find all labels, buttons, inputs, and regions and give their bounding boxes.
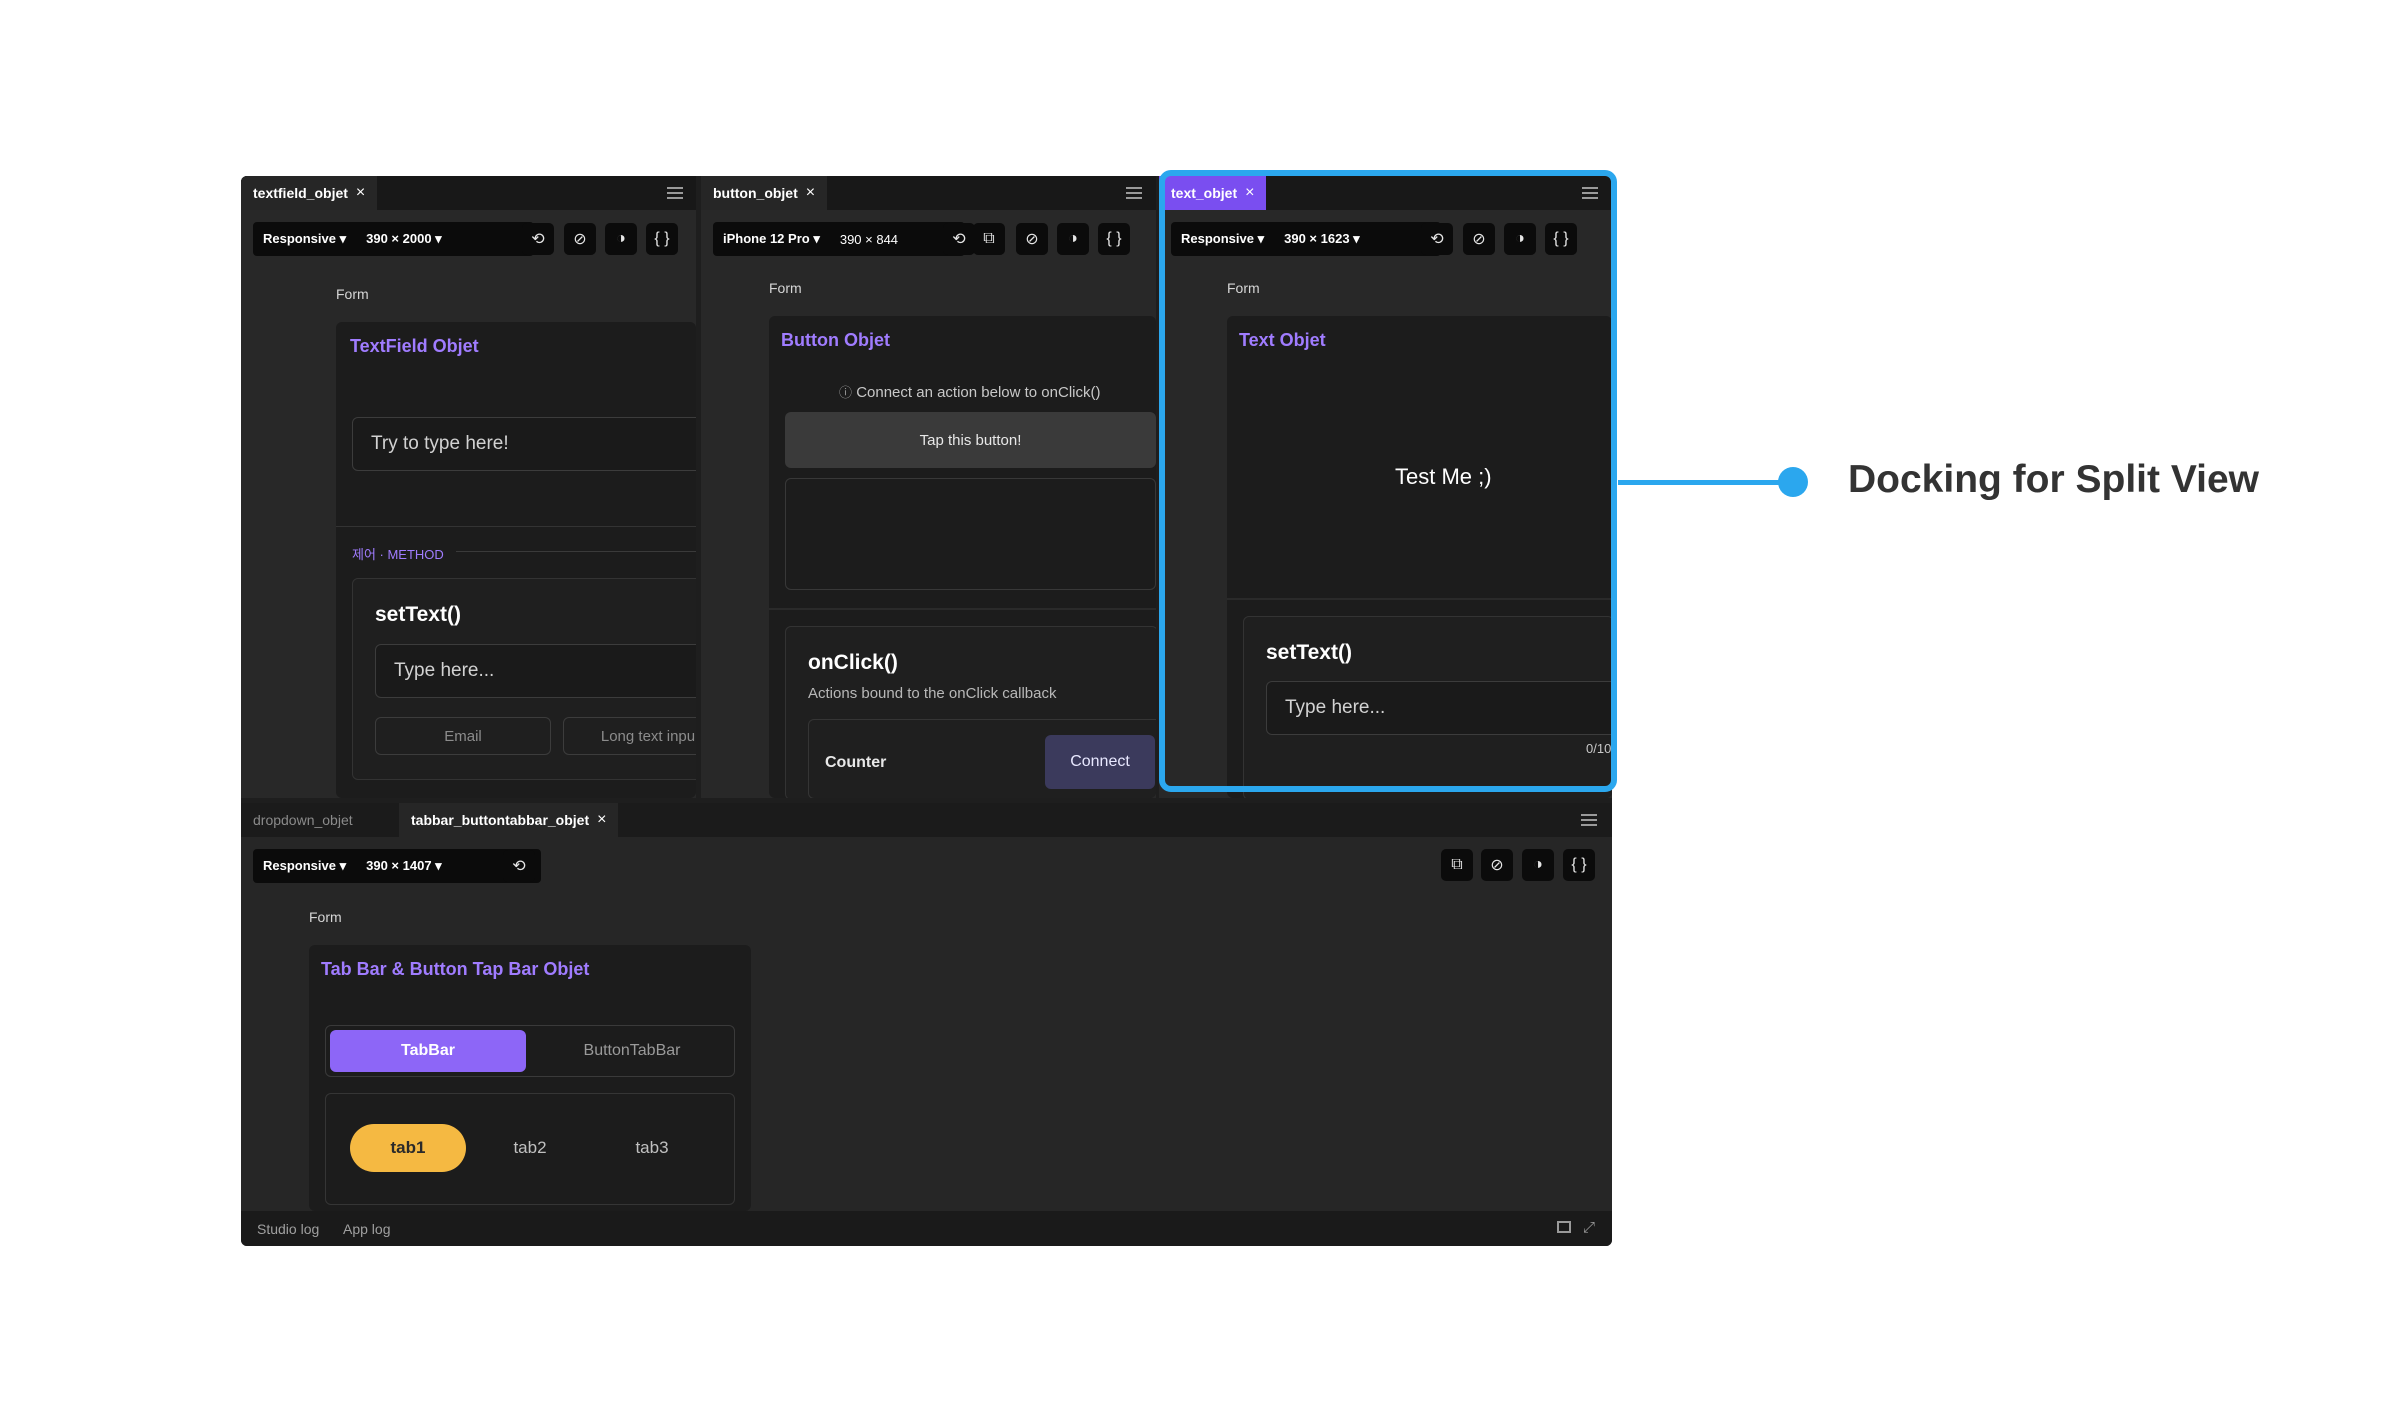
tab-textfield-objet[interactable]: textfield_objet × xyxy=(241,176,378,210)
device-select[interactable]: Responsive ▾ xyxy=(263,231,346,247)
close-icon[interactable]: × xyxy=(356,184,365,202)
method-card: setText() Type here... Email Long text i… xyxy=(352,578,696,780)
rotate-icon[interactable]: ⟲ xyxy=(503,850,535,882)
method-title: setText() xyxy=(375,603,461,626)
tab-label: tabbar_buttontabbar_objet xyxy=(411,812,590,828)
code-braces-icon[interactable]: { } xyxy=(1563,849,1595,881)
method-card: onClick() Actions bound to the onClick c… xyxy=(785,626,1156,798)
callout-line xyxy=(1618,480,1794,485)
card-title: Button Objet xyxy=(781,330,890,350)
expand-icon[interactable]: ⤢ xyxy=(1583,1219,1595,1236)
app-log-tab[interactable]: App log xyxy=(343,1221,390,1237)
device-select[interactable]: iPhone 12 Pro ▾ xyxy=(723,231,820,247)
tap-button[interactable]: Tap this button! xyxy=(785,412,1156,468)
pill-tab1[interactable]: tab1 xyxy=(350,1124,466,1172)
method-title: onClick() xyxy=(808,651,898,674)
divider xyxy=(456,551,696,552)
textfield-pane: textfield_objet × Responsive ▾ 390 × 200… xyxy=(241,176,696,798)
size-select[interactable]: 390 × 2000 ▾ xyxy=(366,231,442,247)
visibility-off-icon[interactable]: ⊘ xyxy=(1016,223,1048,255)
pill-container: tab1 tab2 tab3 xyxy=(325,1093,735,1205)
pill-tab3[interactable]: tab3 xyxy=(594,1124,710,1172)
chip-email[interactable]: Email xyxy=(375,717,551,755)
form-label: Form xyxy=(336,286,369,302)
device-select[interactable]: Responsive ▾ xyxy=(263,858,346,874)
code-braces-icon[interactable]: { } xyxy=(646,223,678,255)
menu-icon[interactable] xyxy=(667,187,683,199)
output-area xyxy=(785,478,1156,590)
visibility-off-icon[interactable]: ⊘ xyxy=(1481,849,1513,881)
unlink-icon[interactable]: ⧉ xyxy=(973,223,1005,255)
bottom-pane: dropdown_objet tabbar_buttontabbar_objet… xyxy=(241,803,1612,1211)
card-title: Tab Bar & Button Tap Bar Objet xyxy=(321,959,590,979)
rotate-icon[interactable]: ⟲ xyxy=(522,223,554,255)
size-label: 390 × 844 xyxy=(839,231,899,247)
button-card: Button Objet ⓘ Connect an action below t… xyxy=(769,316,1156,798)
tab-dropdown-objet[interactable]: dropdown_objet xyxy=(241,803,365,837)
menu-icon[interactable] xyxy=(1581,814,1597,826)
method-desc: Actions bound to the onClick callback xyxy=(808,685,1057,702)
form-label: Form xyxy=(309,909,342,925)
visibility-off-icon[interactable]: ⊘ xyxy=(564,223,596,255)
section-label: 제어 · METHOD xyxy=(352,547,444,562)
textfield-card: TextField Objet Try to type here! 제어 · M… xyxy=(336,322,696,798)
row-label: Counter xyxy=(825,754,887,771)
tab-label: textfield_objet xyxy=(253,185,348,201)
tab-label: dropdown_objet xyxy=(253,812,353,828)
segment-control: TabBar ButtonTabBar xyxy=(325,1025,735,1077)
segment-buttontabbar[interactable]: ButtonTabBar xyxy=(534,1030,730,1072)
dock-bottom-icon[interactable] xyxy=(1557,1221,1571,1233)
palette-icon[interactable]: ◑ xyxy=(1057,223,1089,255)
code-braces-icon[interactable]: { } xyxy=(1098,223,1130,255)
action-row: Counter Connect xyxy=(808,719,1156,798)
divider xyxy=(769,608,1156,610)
device-toolbar: Responsive ▾ 390 × 1407 ▾ xyxy=(253,849,541,883)
pane-tabbar: textfield_objet × xyxy=(241,176,696,210)
card-title: TextField Objet xyxy=(350,336,479,356)
tab-label: button_objet xyxy=(713,185,798,201)
pill-tab2[interactable]: tab2 xyxy=(472,1124,588,1172)
menu-icon[interactable] xyxy=(1126,187,1142,199)
callout-dot xyxy=(1778,467,1808,497)
size-select[interactable]: 390 × 1407 ▾ xyxy=(366,858,442,874)
close-icon[interactable]: × xyxy=(806,184,815,202)
status-bar: Studio log App log ⤢ xyxy=(241,1211,1612,1246)
segment-tabbar[interactable]: TabBar xyxy=(330,1030,526,1072)
pane-tabbar: dropdown_objet tabbar_buttontabbar_objet… xyxy=(241,803,1612,837)
method-input[interactable]: Type here... xyxy=(375,644,696,698)
hint-row: ⓘ Connect an action below to onClick() xyxy=(839,382,1100,401)
pane-tabbar: button_objet × xyxy=(701,176,1156,210)
button-pane: button_objet × iPhone 12 Pro ▾ 390 × 844… xyxy=(701,176,1156,798)
tab-button-objet[interactable]: button_objet × xyxy=(701,176,828,210)
device-toolbar: iPhone 12 Pro ▾ 390 × 844 xyxy=(713,222,965,256)
chip-long-text[interactable]: Long text inpu xyxy=(563,717,696,755)
tab-tabbar-buttontabbar-objet[interactable]: tabbar_buttontabbar_objet × xyxy=(399,803,619,837)
unlink-icon[interactable]: ⧉ xyxy=(1441,849,1473,881)
palette-icon[interactable]: ◑ xyxy=(605,223,637,255)
divider xyxy=(336,526,696,527)
studio-log-tab[interactable]: Studio log xyxy=(257,1221,319,1237)
palette-icon[interactable]: ◑ xyxy=(1522,849,1554,881)
info-icon: ⓘ xyxy=(839,385,853,400)
close-icon[interactable]: × xyxy=(597,811,606,829)
split-view-highlight xyxy=(1159,170,1617,792)
textfield-input[interactable]: Try to type here! xyxy=(352,417,696,471)
hint-text: Connect an action below to onClick() xyxy=(856,384,1101,401)
form-label: Form xyxy=(769,280,802,296)
rotate-icon[interactable]: ⟲ xyxy=(943,223,975,255)
device-toolbar: Responsive ▾ 390 × 2000 ▾ xyxy=(253,222,534,256)
tabbar-card: Tab Bar & Button Tap Bar Objet TabBar Bu… xyxy=(309,945,751,1211)
connect-button[interactable]: Connect xyxy=(1045,735,1155,789)
callout-text: Docking for Split View xyxy=(1848,458,2260,501)
